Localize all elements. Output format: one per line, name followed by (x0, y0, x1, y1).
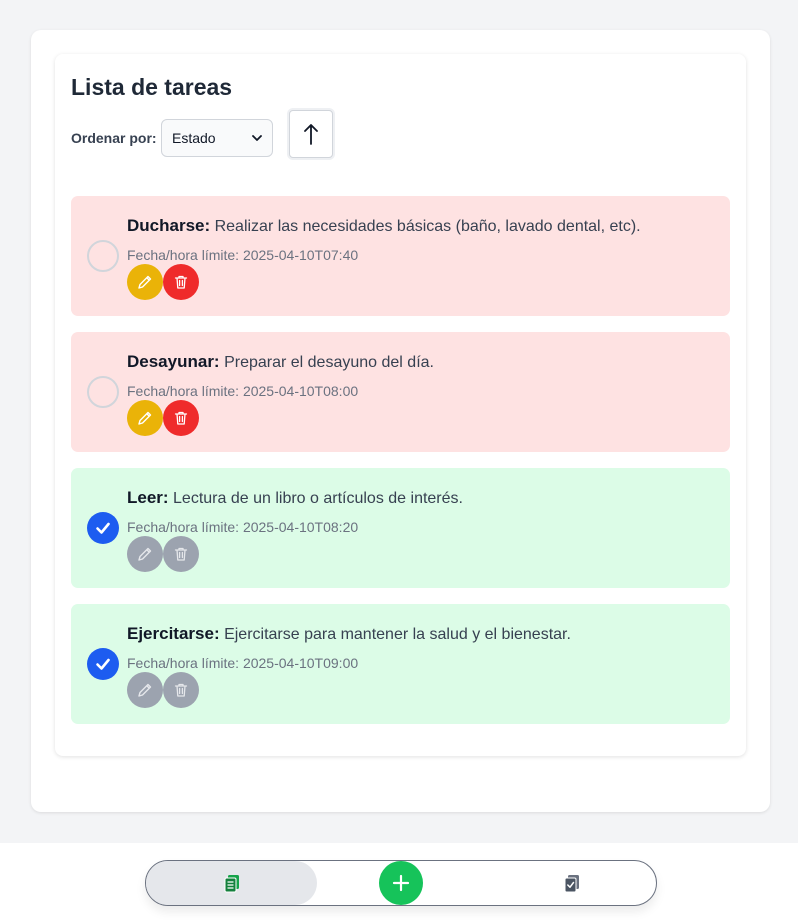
task-name: Ejercitarse: (127, 624, 220, 643)
trash-icon (174, 683, 188, 697)
nav-completed-tasks-button[interactable] (550, 861, 594, 905)
delete-button[interactable] (163, 264, 199, 300)
task-description: Realizar las necesidades básicas (baño, … (214, 218, 641, 235)
plus-icon (392, 874, 410, 892)
page-title: Lista de tareas (71, 74, 233, 100)
trash-icon (174, 275, 188, 289)
task-name: Ducharse: (127, 216, 211, 235)
checkmark-icon (96, 658, 110, 670)
arrow-up-icon (304, 124, 318, 145)
sort-label: Ordenar por: (71, 130, 157, 146)
task-description: Preparar el desayuno del día. (224, 354, 434, 371)
edit-button[interactable] (127, 400, 163, 436)
task-checkbox[interactable] (87, 376, 119, 408)
task-item: Desayunar: Preparar el desayuno del día.… (71, 332, 730, 452)
sort-select[interactable]: Estado (161, 119, 273, 157)
completed-tasks-icon (564, 875, 579, 893)
task-name: Desayunar: (127, 352, 220, 371)
pencil-icon (138, 275, 152, 289)
task-due-date: Fecha/hora límite: 2025-04-10T07:40 (127, 247, 359, 263)
task-checkbox-checked[interactable] (87, 512, 119, 544)
edit-button[interactable] (127, 264, 163, 300)
bottom-nav (145, 860, 657, 906)
chevron-down-icon (252, 135, 262, 141)
edit-button-disabled (127, 672, 163, 708)
task-item: Ducharse: Realizar las necesidades básic… (71, 196, 730, 316)
task-actions (127, 400, 199, 436)
task-description: Ejercitarse para mantener la salud y el … (224, 626, 571, 643)
task-due-date: Fecha/hora límite: 2025-04-10T08:00 (127, 383, 359, 399)
add-task-button[interactable] (379, 861, 423, 905)
delete-button[interactable] (163, 400, 199, 436)
pencil-icon (138, 547, 152, 561)
main-card: Lista de tareas Ordenar por: Estado Duch… (31, 30, 770, 812)
task-item: Leer: Lectura de un libro o artículos de… (71, 468, 730, 588)
trash-icon (174, 411, 188, 425)
task-list-icon (224, 875, 239, 893)
task-item: Ejercitarse: Ejercitarse para mantener l… (71, 604, 730, 724)
task-actions (127, 536, 199, 572)
task-description: Lectura de un libro o artículos de inter… (173, 490, 463, 507)
sort-selected-value: Estado (172, 130, 216, 146)
nav-task-list-button[interactable] (146, 861, 317, 905)
delete-button-disabled (163, 536, 199, 572)
task-actions (127, 264, 199, 300)
edit-button-disabled (127, 536, 163, 572)
checkmark-icon (96, 522, 110, 534)
task-checkbox[interactable] (87, 240, 119, 272)
bottom-nav-bar (0, 843, 798, 921)
pencil-icon (138, 683, 152, 697)
task-checkbox-checked[interactable] (87, 648, 119, 680)
task-list-panel: Lista de tareas Ordenar por: Estado Duch… (55, 54, 746, 756)
task-due-date: Fecha/hora límite: 2025-04-10T08:20 (127, 519, 359, 535)
delete-button-disabled (163, 672, 199, 708)
trash-icon (174, 547, 188, 561)
task-name: Leer: (127, 488, 169, 507)
task-due-date: Fecha/hora límite: 2025-04-10T09:00 (127, 655, 359, 671)
sort-direction-button[interactable] (289, 110, 333, 158)
pencil-icon (138, 411, 152, 425)
task-actions (127, 672, 199, 708)
sort-controls: Ordenar por: Estado (71, 110, 471, 158)
